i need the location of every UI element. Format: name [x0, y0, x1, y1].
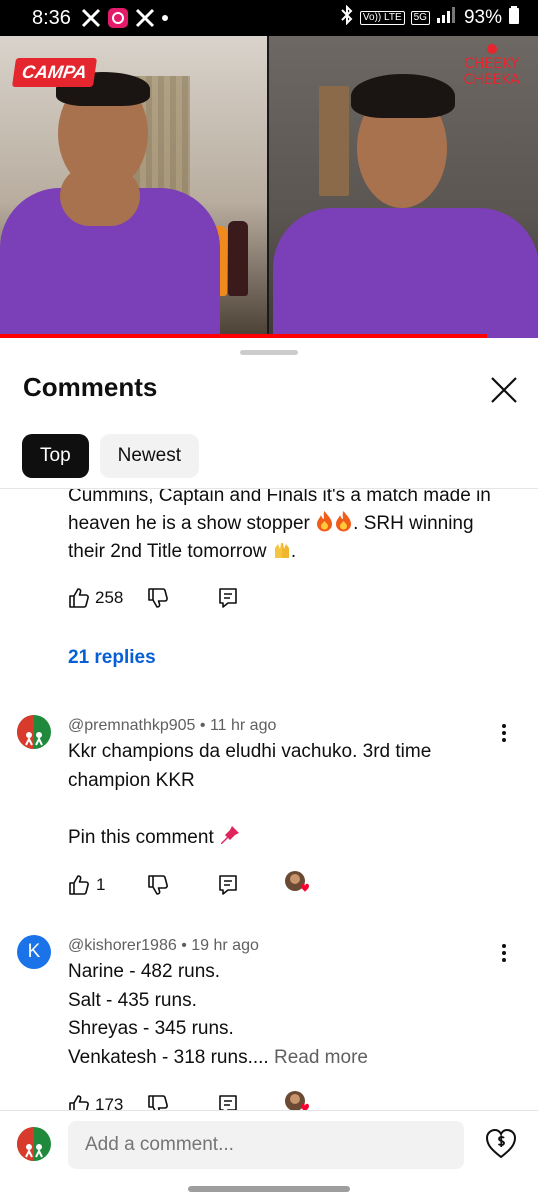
thumbs-up-icon [69, 1095, 89, 1111]
raised-hands-emoji-icon [272, 540, 291, 559]
host-right-hair [351, 74, 455, 118]
avatar-letter: K [27, 941, 41, 962]
dot-icon [161, 14, 169, 22]
comment-author[interactable]: @premnathkp905 [68, 717, 195, 734]
creator-heart-icon [284, 1090, 310, 1111]
home-indicator[interactable] [188, 1186, 350, 1192]
comment-3-line-3: Shreyas - 345 runs. [68, 1018, 234, 1039]
thumbs-down-icon [148, 588, 168, 608]
reply-button[interactable] [218, 587, 238, 609]
cheeky-logo-line1: CHEEKY [464, 56, 520, 72]
chip-newest[interactable]: Newest [99, 434, 199, 478]
comments-list[interactable]: Cummins, Captain and Finals it's a match… [0, 489, 538, 1111]
video-player[interactable]: CAMPA CHEEKY CHEEKA [0, 36, 538, 338]
thumbs-down-icon [148, 875, 168, 895]
status-right: Vo)) LTE 5G 93% [340, 4, 520, 31]
close-icon [491, 377, 517, 403]
like-count: 258 [95, 588, 124, 607]
more-options-button[interactable] [496, 721, 512, 745]
cheeky-logo-dot [486, 44, 497, 54]
dislike-button[interactable] [147, 587, 169, 609]
x-app-icon-2 [135, 8, 155, 28]
user-avatar-image-icon [17, 1127, 51, 1161]
like-count: 173 [95, 1095, 124, 1111]
fire-emoji-icon-2 [334, 510, 353, 532]
x-app-icon [81, 8, 101, 28]
comment-1-text-b: . SRH winning [353, 513, 474, 534]
comment-1-line-1: Cummins, Captain and Finals it's a match… [68, 489, 491, 506]
bluetooth-icon [340, 4, 354, 31]
comments-sheet: Comments Top Newest Cummins, Captain and… [0, 338, 538, 1200]
comment-2-text-pin: Pin this comment [68, 827, 214, 848]
pushpin-emoji-icon [219, 824, 240, 844]
cheeky-cheeka-logo: CHEEKY CHEEKA [463, 44, 520, 88]
like-button[interactable]: 1 [68, 874, 105, 896]
like-button[interactable]: 173 [68, 1094, 123, 1111]
drag-handle[interactable] [240, 350, 298, 355]
network-type: 5G [410, 11, 430, 25]
avatar[interactable] [17, 715, 51, 749]
read-more-link[interactable]: Read more [274, 1047, 368, 1068]
comment-3-line-2: Salt - 435 runs. [68, 990, 197, 1011]
video-pane-right: CHEEKY CHEEKA [269, 36, 538, 338]
avatar[interactable]: K [17, 935, 51, 969]
comment-3-line-4: Venkatesh - 318 runs.... Read more [68, 1044, 368, 1073]
host-left-hand [60, 166, 140, 226]
comments-title: Comments [23, 372, 158, 402]
composer-divider [0, 1110, 538, 1111]
campa-logo: CAMPA [11, 58, 97, 87]
like-count: 1 [96, 875, 106, 894]
thumbs-up-icon [69, 588, 89, 608]
status-bar: 8:36 Vo)) LTE 5G 93% [0, 0, 538, 36]
comment-1-line-3: their 2nd Title tomorrow . [68, 538, 296, 567]
super-thanks-button[interactable] [484, 1127, 518, 1163]
sort-chips: Top Newest [22, 434, 199, 478]
fire-emoji-icon [315, 510, 334, 532]
creator-heart-icon [284, 870, 310, 896]
comment-1-text-c: their 2nd Title tomorrow [68, 541, 267, 562]
thumbs-down-icon [148, 1095, 168, 1111]
shelf-box [319, 86, 349, 196]
dislike-button[interactable] [147, 1094, 169, 1111]
more-options-button[interactable] [496, 941, 512, 965]
battery-percent: 93% [463, 7, 502, 28]
reply-icon [219, 1095, 237, 1111]
comment-2-line-2: champion KKR [68, 770, 195, 791]
comment-time: 19 hr ago [191, 937, 259, 954]
comment-1-line-2: heaven he is a show stopper . SRH winnin… [68, 510, 474, 539]
comment-3-line-1: Narine - 482 runs. [68, 961, 221, 982]
chip-top[interactable]: Top [22, 434, 89, 478]
reply-button[interactable] [218, 874, 238, 896]
heart-dollar-icon [485, 1128, 517, 1159]
status-time: 8:36 [32, 6, 71, 29]
thumbs-up-icon [69, 875, 89, 895]
comment-meta: @premnathkp905 • 11 hr ago [68, 717, 277, 734]
video-pane-left: CAMPA [0, 36, 267, 338]
notification-app-icon [107, 7, 129, 29]
reply-button[interactable] [218, 1094, 238, 1111]
cheeky-logo-line2: CHEEKA [463, 72, 520, 88]
comment-2-line-1: Kkr champions da eludhi vachuko. 3rd tim… [68, 741, 432, 762]
add-comment-input[interactable] [68, 1121, 464, 1169]
battery-icon [508, 5, 520, 31]
dislike-button[interactable] [147, 874, 169, 896]
comment-2-line-4: Pin this comment [68, 824, 240, 853]
like-button[interactable]: 258 [68, 587, 123, 609]
replies-link[interactable]: 21 replies [68, 647, 156, 669]
bottle-cola [228, 221, 248, 296]
signal-icon [436, 6, 458, 30]
comment-1-text-a: heaven he is a show stopper [68, 513, 310, 534]
close-button[interactable] [486, 372, 522, 408]
comment-3-text-venkatesh: Venkatesh - 318 runs.... [68, 1047, 269, 1068]
reply-icon [219, 588, 237, 608]
comment-meta: @kishorer1986 • 19 hr ago [68, 937, 259, 954]
reply-icon [219, 875, 237, 895]
comment-author[interactable]: @kishorer1986 [68, 937, 177, 954]
volte-indicator: Vo)) LTE [359, 11, 405, 25]
host-right [273, 208, 538, 338]
comment-time: 11 hr ago [209, 717, 277, 734]
avatar-image-icon [17, 715, 51, 749]
user-avatar [17, 1127, 51, 1161]
